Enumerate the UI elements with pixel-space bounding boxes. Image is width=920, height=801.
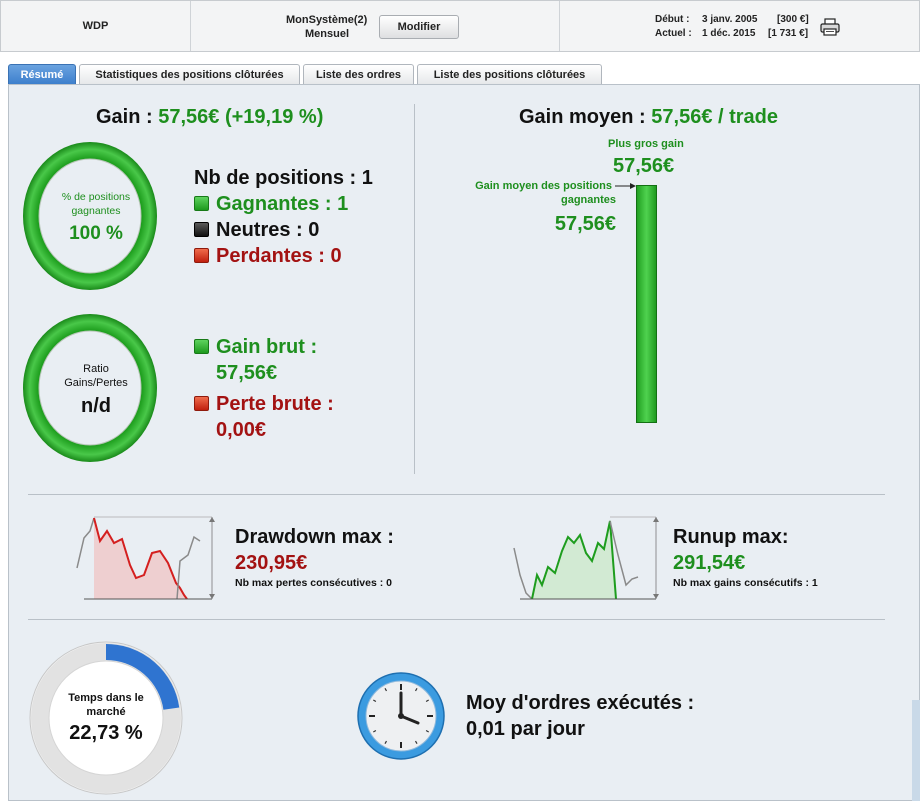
neutral-count: Neutres : 0 [216, 219, 320, 241]
start-label: Début : [655, 14, 690, 25]
losers-swatch [194, 248, 209, 263]
positions-total: Nb de positions : 1 [194, 167, 373, 189]
max-gain-value: 57,56€ [613, 155, 675, 177]
winning-ring-label-2: gagnantes [71, 205, 121, 217]
tab-order-list[interactable]: Liste des ordres [303, 64, 414, 84]
drawdown-value: 230,95€ [235, 552, 308, 574]
avg-win-label-2: gagnantes [560, 194, 616, 206]
symbol-label: WDP [1, 1, 191, 51]
modify-button[interactable]: Modifier [379, 15, 459, 39]
runup-value: 291,54€ [673, 552, 746, 574]
system-name: MonSystème(2) [286, 14, 368, 26]
section-divider-1 [28, 494, 885, 495]
neutral-swatch [194, 222, 209, 237]
current-value: [1 731 €] [768, 28, 809, 39]
ratio-ring-label-1: Ratio [83, 363, 109, 375]
gross-loss-value: 0,00€ [216, 419, 267, 441]
gain-label: Gain : [96, 106, 153, 128]
runup-chart [513, 516, 659, 600]
clock-icon [357, 672, 445, 760]
tab-closed-position-list[interactable]: Liste des positions clôturées [417, 64, 602, 84]
orders-value: 0,01 par jour [466, 718, 585, 740]
losers-count: Perdantes : 0 [216, 245, 342, 267]
market-time-label-1: Temps dans le [68, 692, 144, 704]
start-value: [300 €] [777, 14, 809, 25]
start-date: 3 janv. 2005 [702, 14, 758, 25]
market-time-ring [29, 641, 183, 795]
market-time-value: 22,73 % [69, 722, 143, 744]
system-period: Mensuel [305, 28, 350, 40]
winners-swatch [194, 196, 209, 211]
orders-label: Moy d'ordres exécutés : [466, 692, 695, 714]
winning-ring-label-1: % de positions [61, 191, 131, 203]
gain-value: 57,56€ (+19,19 %) [158, 106, 324, 128]
ratio-ring-value: n/d [81, 395, 111, 417]
avg-win-value: 57,56€ [554, 213, 616, 235]
tab-summary[interactable]: Résumé [8, 64, 76, 84]
gross-gain-value: 57,56€ [216, 362, 278, 384]
max-gain-label: Plus gros gain [608, 138, 684, 150]
gross-loss-label: Perte brute : [216, 393, 334, 415]
avg-gain-label: Gain moyen : [519, 106, 646, 128]
drawdown-chart [76, 516, 215, 600]
runup-sub-label: Nb max gains consécutifs : 1 [673, 577, 818, 589]
avg-win-label-1: Gain moyen des positions [475, 180, 612, 192]
avg-gain-bar [636, 185, 657, 423]
drawdown-label: Drawdown max : [235, 526, 394, 548]
gross-loss-swatch [194, 396, 209, 411]
drawdown-sub-label: Nb max pertes consécutives : 0 [235, 577, 392, 589]
gross-gain-swatch [194, 339, 209, 354]
pointer-arrow-icon [615, 183, 636, 189]
dates-cell: Début : 3 janv. 2005 [300 €] Actuel : 1 … [560, 1, 919, 51]
section-divider-2 [28, 619, 885, 620]
ratio-ring-label-2: Gains/Pertes [64, 377, 128, 389]
tab-closed-position-stats[interactable]: Statistiques des positions clôturées [79, 64, 300, 84]
current-label: Actuel : [655, 28, 692, 39]
avg-gain-title: Gain moyen : 57,56€ / trade [519, 106, 778, 129]
winning-ring-value: 100 % [69, 223, 123, 244]
system-cell: MonSystème(2) Mensuel [191, 1, 560, 51]
header-bar: WDP MonSystème(2) Mensuel Modifier Début… [0, 0, 920, 52]
scrollbar-edge[interactable] [912, 700, 920, 801]
printer-icon[interactable] [820, 18, 840, 36]
winners-count: Gagnantes : 1 [216, 193, 349, 215]
column-divider [414, 104, 415, 474]
market-time-label-2: marché [86, 706, 126, 718]
current-date: 1 déc. 2015 [702, 28, 756, 39]
gain-title: Gain : 57,56€ (+19,19 %) [96, 106, 323, 129]
avg-gain-value: 57,56€ / trade [651, 106, 779, 128]
gross-gain-label: Gain brut : [216, 336, 318, 358]
runup-label: Runup max: [673, 526, 789, 548]
